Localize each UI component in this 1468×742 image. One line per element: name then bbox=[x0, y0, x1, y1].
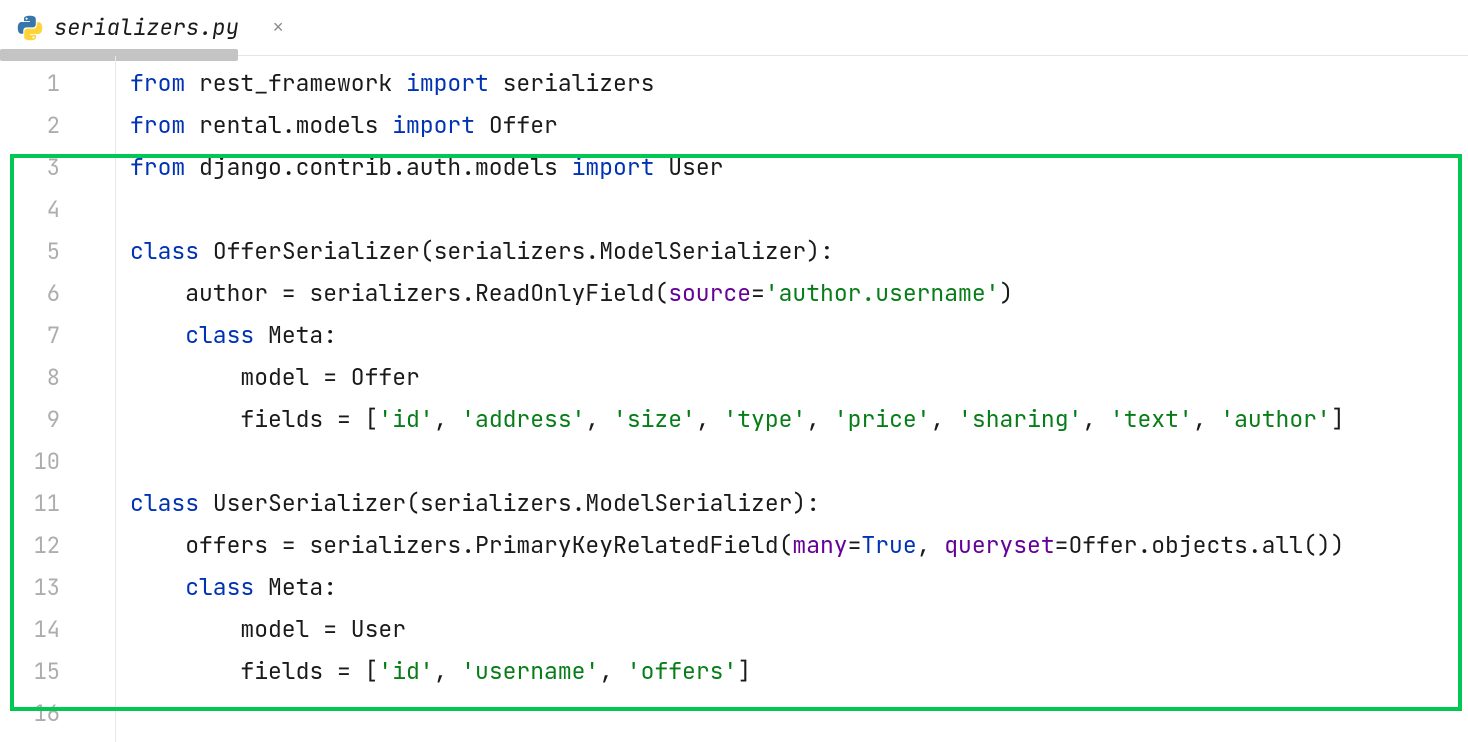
code-line: offers = serializers.PrimaryKeyRelatedFi… bbox=[116, 524, 1468, 566]
line-number: 2 bbox=[0, 104, 115, 146]
code-line: model = User bbox=[116, 608, 1468, 650]
code-line: fields = ['id', 'username', 'offers'] bbox=[116, 650, 1468, 692]
line-number: 15 bbox=[0, 650, 115, 692]
line-number: 1 bbox=[0, 62, 115, 104]
line-number: 16 bbox=[0, 692, 115, 734]
tab-bar: serializers.py × bbox=[0, 0, 1468, 56]
code-line: class Meta: bbox=[116, 314, 1468, 356]
tab-filename: serializers.py bbox=[54, 13, 239, 42]
line-number: 5 bbox=[0, 230, 115, 272]
code-line: fields = ['id', 'address', 'size', 'type… bbox=[116, 398, 1468, 440]
line-number: 6 bbox=[0, 272, 115, 314]
line-number: 7 bbox=[0, 314, 115, 356]
code-editor[interactable]: 1 2 3 4 5 6 7 8 9 10 11 12 13 14 15 16 f… bbox=[0, 56, 1468, 742]
line-number: 4 bbox=[0, 188, 115, 230]
code-area[interactable]: from rest_framework import serializers f… bbox=[116, 56, 1468, 742]
gutter: 1 2 3 4 5 6 7 8 9 10 11 12 13 14 15 16 bbox=[0, 56, 116, 742]
code-line bbox=[116, 692, 1468, 734]
code-line: from rental.models import Offer bbox=[116, 104, 1468, 146]
line-number: 13 bbox=[0, 566, 115, 608]
python-icon bbox=[16, 14, 44, 42]
code-line bbox=[116, 440, 1468, 482]
code-line: from rest_framework import serializers bbox=[116, 62, 1468, 104]
file-tab[interactable]: serializers.py × bbox=[0, 0, 299, 55]
code-line bbox=[116, 188, 1468, 230]
line-number: 9 bbox=[0, 398, 115, 440]
line-number: 11 bbox=[0, 482, 115, 524]
code-line: class UserSerializer(serializers.ModelSe… bbox=[116, 482, 1468, 524]
code-line: author = serializers.ReadOnlyField(sourc… bbox=[116, 272, 1468, 314]
code-line: model = Offer bbox=[116, 356, 1468, 398]
line-number: 3 bbox=[0, 146, 115, 188]
close-icon[interactable]: × bbox=[273, 17, 284, 38]
line-number: 8 bbox=[0, 356, 115, 398]
code-line: class Meta: bbox=[116, 566, 1468, 608]
code-line: class OfferSerializer(serializers.ModelS… bbox=[116, 230, 1468, 272]
line-number: 12 bbox=[0, 524, 115, 566]
code-line: from django.contrib.auth.models import U… bbox=[116, 146, 1468, 188]
line-number: 14 bbox=[0, 608, 115, 650]
line-number: 10 bbox=[0, 440, 115, 482]
